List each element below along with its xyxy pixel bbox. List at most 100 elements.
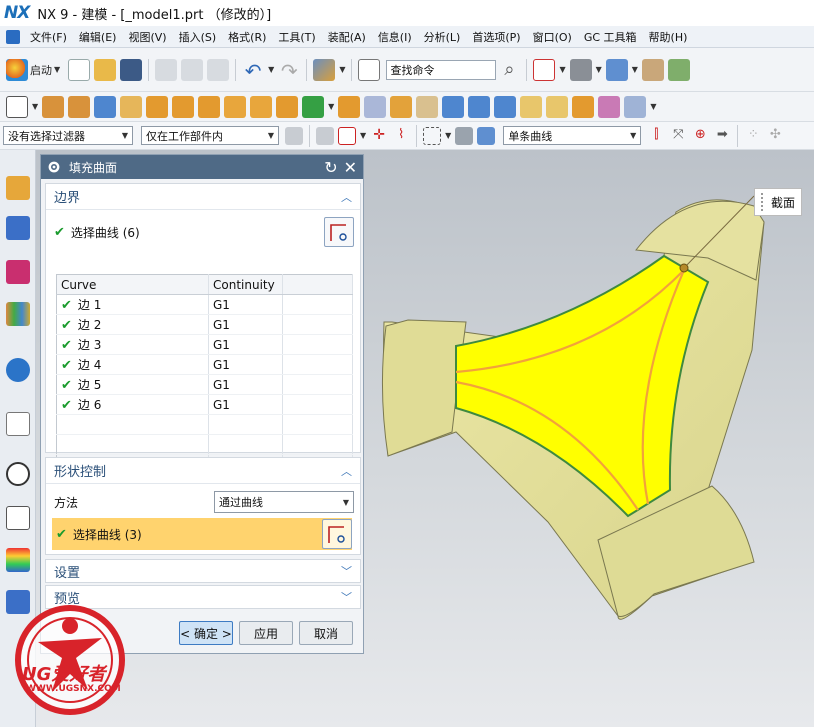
shaded-edges-icon[interactable] bbox=[569, 58, 592, 81]
bounded-plane-icon[interactable] bbox=[572, 95, 595, 118]
table-row[interactable]: ✔ 边 3 G1 bbox=[56, 334, 353, 355]
undo-icon[interactable]: ↶ bbox=[242, 59, 264, 83]
menu-assembly[interactable]: 装配(A) bbox=[322, 29, 372, 45]
redo-icon[interactable]: ↷ bbox=[278, 59, 300, 83]
boundary-select-row[interactable]: ✔ 选择曲线 (6) bbox=[54, 216, 354, 248]
command-finder-icon[interactable] bbox=[313, 58, 336, 81]
chevron-down-icon[interactable]: ▼ bbox=[360, 131, 366, 140]
ok-button[interactable]: < 确定 > bbox=[179, 621, 233, 645]
help-icon[interactable] bbox=[6, 358, 30, 382]
revolve-icon[interactable] bbox=[68, 95, 91, 118]
chevron-down-icon[interactable]: ▼ bbox=[339, 65, 345, 74]
command-search-input[interactable]: 查找命令 bbox=[386, 59, 497, 80]
chevron-down-icon[interactable]: ﹀ bbox=[341, 589, 352, 605]
reset-icon[interactable]: ↻ bbox=[324, 158, 337, 177]
snap-point-icon[interactable] bbox=[316, 126, 334, 145]
constraint-navigator-icon[interactable] bbox=[6, 216, 30, 240]
paste-icon[interactable] bbox=[207, 58, 230, 81]
part-navigator-icon[interactable] bbox=[6, 260, 30, 284]
copy-icon[interactable] bbox=[181, 58, 204, 81]
gear-icon[interactable] bbox=[47, 160, 61, 174]
section-label[interactable]: 截面 bbox=[754, 188, 802, 216]
edge-blend-icon[interactable] bbox=[390, 95, 413, 118]
chevron-down-icon[interactable]: ▼ bbox=[596, 65, 602, 74]
select-face-icon[interactable] bbox=[477, 126, 496, 145]
menu-info[interactable]: 信息(I) bbox=[372, 29, 418, 45]
shape-control-header[interactable]: 形状控制 ︿ bbox=[46, 458, 360, 484]
selection-filter-dropdown[interactable]: 没有选择过滤器 ▼ bbox=[3, 126, 133, 145]
cut-icon[interactable] bbox=[155, 58, 178, 81]
drag-handle-icon[interactable] bbox=[761, 193, 765, 211]
column-header-continuity[interactable]: Continuity bbox=[208, 274, 283, 295]
assembly-navigator-icon[interactable] bbox=[6, 176, 30, 200]
connect-curve-icon[interactable]: ⤧ bbox=[669, 127, 687, 145]
chevron-down-icon[interactable]: ▼ bbox=[32, 102, 38, 111]
chevron-up-icon[interactable]: ︿ bbox=[341, 189, 352, 205]
chevron-up-icon[interactable]: ︿ bbox=[341, 463, 352, 479]
close-icon[interactable]: ✕ bbox=[344, 158, 357, 177]
table-row[interactable]: ✔ 边 2 G1 bbox=[56, 314, 353, 335]
view-orientation-icon[interactable] bbox=[605, 58, 628, 81]
block-icon[interactable] bbox=[94, 95, 117, 118]
select-body-icon[interactable] bbox=[455, 126, 474, 145]
trim-body-icon[interactable] bbox=[338, 95, 361, 118]
fit-view-icon[interactable] bbox=[533, 58, 556, 81]
fill-surface-icon[interactable] bbox=[624, 95, 647, 118]
chevron-down-icon[interactable]: ▼ bbox=[632, 65, 638, 74]
menu-analysis[interactable]: 分析(L) bbox=[418, 29, 467, 45]
snap-grid-icon[interactable]: ⁘ bbox=[744, 127, 762, 145]
sew-icon[interactable] bbox=[494, 95, 517, 118]
boundary-section-header[interactable]: 边界 ︿ bbox=[46, 184, 360, 210]
offset-face-icon[interactable] bbox=[198, 95, 221, 118]
draft-icon[interactable] bbox=[364, 95, 387, 118]
menu-window[interactable]: 窗口(O) bbox=[527, 29, 578, 45]
settings-section[interactable]: 设置 ﹀ bbox=[45, 559, 361, 583]
table-row[interactable]: ✔ 边 5 G1 bbox=[56, 374, 353, 395]
menu-edit[interactable]: 编辑(E) bbox=[73, 29, 123, 45]
layer-icon[interactable] bbox=[667, 58, 690, 81]
shell-icon[interactable] bbox=[442, 95, 465, 118]
curve-select-icon[interactable]: ⌇ bbox=[392, 127, 410, 145]
cancel-button[interactable]: 取消 bbox=[299, 621, 353, 645]
reuse-library-icon[interactable] bbox=[6, 302, 30, 326]
select-shape-curve-button[interactable] bbox=[322, 519, 352, 549]
unite-icon[interactable] bbox=[276, 95, 299, 118]
apply-button[interactable]: 应用 bbox=[239, 621, 293, 645]
menu-file[interactable]: 文件(F) bbox=[24, 29, 73, 45]
search-icon[interactable]: ⌕ bbox=[498, 59, 520, 81]
rectangle-select-icon[interactable] bbox=[423, 126, 442, 145]
start-button[interactable]: 启动 ▼ bbox=[30, 62, 62, 78]
menu-tools[interactable]: 工具(T) bbox=[272, 29, 321, 45]
table-row[interactable]: ✔ 边 6 G1 bbox=[56, 394, 353, 415]
section-view-icon[interactable] bbox=[641, 58, 664, 81]
system-materials-icon[interactable] bbox=[6, 506, 30, 530]
role-icon[interactable] bbox=[6, 548, 30, 572]
settings-header[interactable]: 设置 ﹀ bbox=[46, 560, 360, 582]
menu-preferences[interactable]: 首选项(P) bbox=[466, 29, 526, 45]
chevron-down-icon[interactable]: ▼ bbox=[650, 102, 656, 111]
boss-icon[interactable] bbox=[146, 95, 169, 118]
menu-gc-toolkit[interactable]: GC 工具箱 bbox=[578, 29, 643, 45]
start-icon[interactable] bbox=[6, 58, 28, 81]
pattern-icon[interactable] bbox=[224, 95, 247, 118]
point-icon[interactable] bbox=[338, 126, 356, 145]
datum-icon[interactable] bbox=[302, 95, 325, 118]
scope-dropdown[interactable]: 仅在工作部件内 ▼ bbox=[141, 126, 279, 145]
chevron-down-icon[interactable]: ▼ bbox=[445, 131, 451, 140]
intersect-icon[interactable]: ⫿ bbox=[647, 127, 665, 145]
column-header-curve[interactable]: Curve bbox=[56, 274, 209, 295]
chevron-down-icon[interactable]: ▼ bbox=[559, 65, 565, 74]
menu-view[interactable]: 视图(V) bbox=[122, 29, 172, 45]
sketch-icon[interactable] bbox=[6, 95, 28, 118]
chamfer-icon[interactable] bbox=[416, 95, 439, 118]
feature-curve-icon[interactable]: ⊕ bbox=[691, 127, 709, 145]
assembly-selection-icon[interactable] bbox=[285, 126, 303, 145]
menu-format[interactable]: 格式(R) bbox=[222, 29, 272, 45]
array-icon[interactable] bbox=[250, 95, 273, 118]
extrude-icon[interactable] bbox=[42, 95, 65, 118]
pocket-icon[interactable] bbox=[172, 95, 195, 118]
table-row[interactable]: ✔ 边 4 G1 bbox=[56, 354, 353, 375]
chevron-down-icon[interactable]: ▼ bbox=[328, 102, 334, 111]
hole-icon[interactable] bbox=[120, 95, 143, 118]
dialog-title-bar[interactable]: 填充曲面 ↻ ✕ bbox=[41, 155, 363, 179]
